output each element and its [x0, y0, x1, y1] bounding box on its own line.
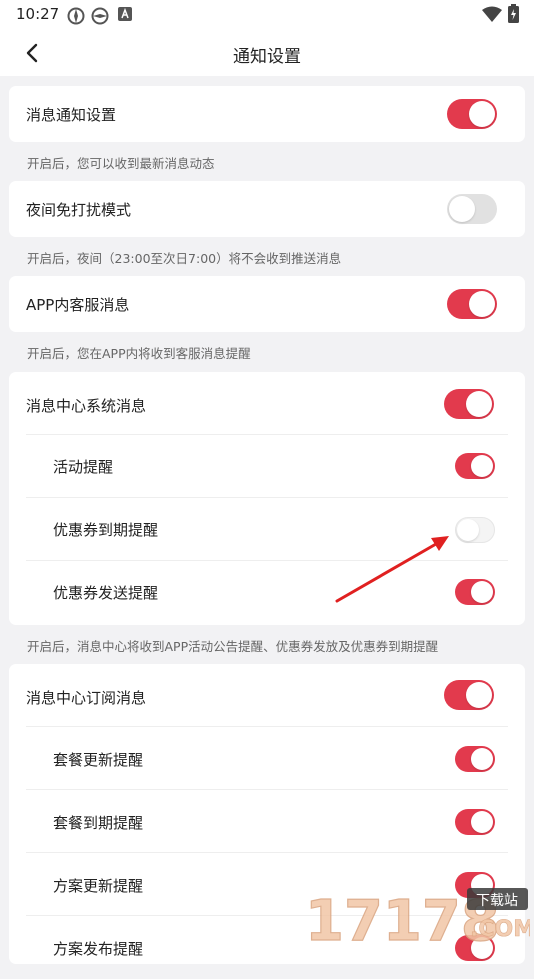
activity-reminder-toggle[interactable]: [455, 453, 495, 479]
activity-reminder-row: 活动提醒: [9, 435, 525, 498]
a-badge-icon: [118, 7, 132, 21]
coupon-send-row: 优惠券发送提醒: [9, 561, 525, 624]
night-mode-card: 夜间免打扰模式: [9, 181, 525, 237]
message-notification-row: 消息通知设置: [9, 86, 525, 142]
watermark-badge: 下载站: [476, 893, 518, 909]
night-mode-row: 夜间免打扰模式: [9, 181, 525, 237]
coupon-send-toggle[interactable]: [455, 579, 495, 605]
app-notification-icon: [67, 7, 85, 25]
service-message-caption: 开启后，您在APP内将收到客服消息提醒: [27, 346, 251, 361]
service-message-label: APP内客服消息: [26, 296, 130, 314]
page-title: 通知设置: [233, 47, 301, 67]
message-notification-label: 消息通知设置: [26, 106, 117, 124]
service-message-card: APP内客服消息: [9, 276, 525, 332]
coupon-send-label: 优惠券发送提醒: [53, 584, 159, 602]
watermark-logo: 17178 下载站 .COM: [304, 886, 534, 955]
package-update-label: 套餐更新提醒: [53, 751, 144, 769]
plan-update-label: 方案更新提醒: [53, 877, 144, 895]
message-notification-card: 消息通知设置: [9, 86, 525, 142]
battery-icon: [508, 4, 519, 23]
watermark-domain: .COM: [470, 917, 530, 942]
package-update-toggle[interactable]: [455, 746, 495, 772]
subscribe-message-row: 消息中心订阅消息: [9, 664, 525, 727]
package-update-row: 套餐更新提醒: [9, 727, 525, 790]
subscribe-message-toggle[interactable]: [444, 680, 494, 710]
service-message-toggle[interactable]: [447, 289, 497, 319]
status-time: 10:27: [16, 5, 60, 23]
coupon-expire-label: 优惠券到期提醒: [53, 521, 159, 539]
package-expire-label: 套餐到期提醒: [53, 814, 144, 832]
night-mode-caption: 开启后，夜间（23:00至次日7:00）将不会收到推送消息: [27, 251, 342, 266]
coupon-expire-toggle[interactable]: [455, 517, 495, 543]
system-message-label: 消息中心系统消息: [26, 397, 147, 415]
nav-bar: 通知设置: [0, 30, 534, 76]
message-notification-caption: 开启后，您可以收到最新消息动态: [27, 156, 215, 171]
watermark-graphic: 17178 下载站 .COM: [304, 888, 534, 955]
system-message-toggle[interactable]: [444, 389, 494, 419]
package-expire-toggle[interactable]: [455, 809, 495, 835]
package-expire-row: 套餐到期提醒: [9, 790, 525, 853]
system-message-row: 消息中心系统消息: [9, 372, 525, 435]
coupon-expire-row: 优惠券到期提醒: [9, 498, 525, 561]
subscribe-message-label: 消息中心订阅消息: [26, 689, 147, 707]
service-message-row: APP内客服消息: [9, 276, 525, 332]
system-message-card: 消息中心系统消息 活动提醒 优惠券到期提醒 优惠券发送提醒: [9, 372, 525, 625]
message-notification-toggle[interactable]: [447, 99, 497, 129]
activity-reminder-label: 活动提醒: [53, 458, 114, 476]
plan-publish-label: 方案发布提醒: [53, 940, 144, 958]
status-bar: 10:27: [0, 0, 534, 30]
app-notification-icon-2: [91, 7, 109, 25]
wifi-icon: [482, 6, 502, 22]
night-mode-toggle[interactable]: [447, 194, 497, 224]
night-mode-label: 夜间免打扰模式: [26, 201, 132, 219]
system-message-caption: 开启后，消息中心将收到APP活动公告提醒、优惠券发放及优惠券到期提醒: [27, 639, 439, 654]
